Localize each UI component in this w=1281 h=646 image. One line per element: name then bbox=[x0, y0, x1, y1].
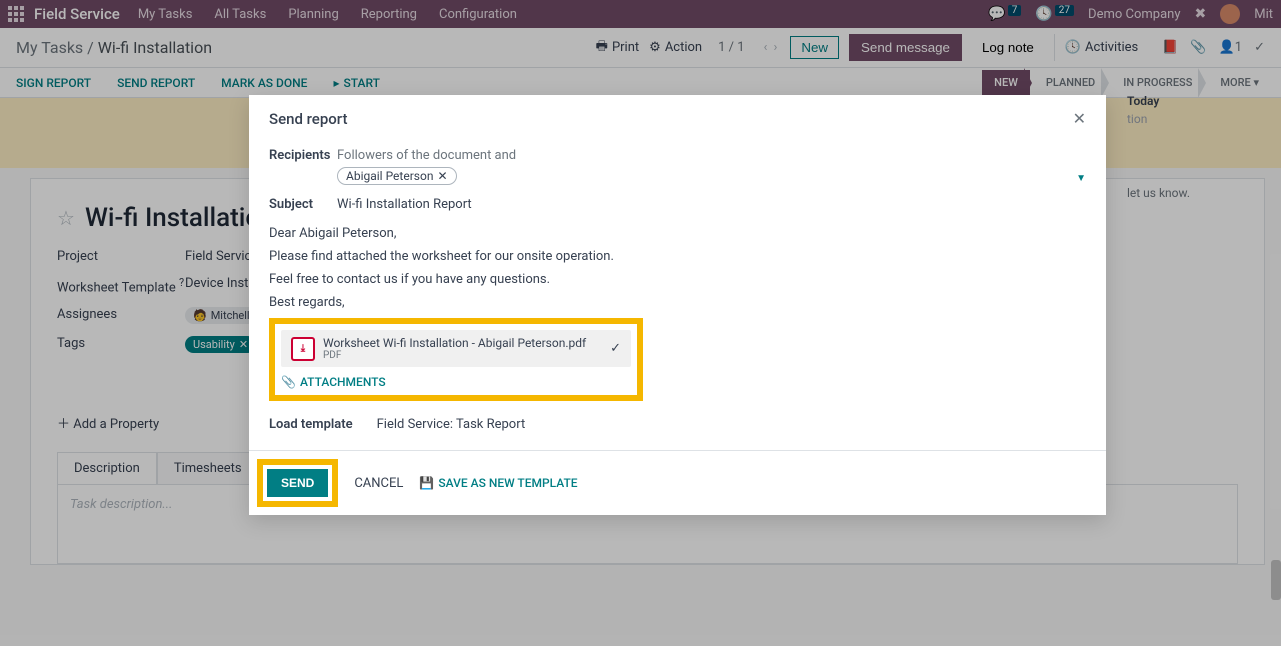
recipient-pill[interactable]: Abigail Peterson ✕ bbox=[337, 167, 457, 185]
cancel-button[interactable]: CANCEL bbox=[354, 476, 403, 491]
attachment-check-icon[interactable]: ✓ bbox=[610, 341, 621, 356]
send-button[interactable]: SEND bbox=[267, 469, 328, 497]
load-template-label: Load template bbox=[269, 417, 353, 432]
modal-title: Send report bbox=[269, 110, 347, 128]
send-report-modal: Send report ✕ Recipients Followers of th… bbox=[249, 95, 1106, 515]
attachment-file[interactable]: ⤓ Worksheet Wi-fi Installation - Abigail… bbox=[281, 330, 631, 367]
save-template-button[interactable]: 💾SAVE AS NEW TEMPLATE bbox=[419, 476, 577, 490]
attachment-highlight: ⤓ Worksheet Wi-fi Installation - Abigail… bbox=[269, 318, 643, 401]
load-template-value[interactable]: Field Service: Task Report bbox=[377, 417, 526, 432]
save-icon: 💾 bbox=[419, 476, 434, 490]
subject-input[interactable]: Wi-fi Installation Report bbox=[337, 197, 1086, 212]
subject-label: Subject bbox=[269, 197, 337, 212]
recipients-label: Recipients bbox=[269, 148, 337, 163]
attachment-type: PDF bbox=[323, 350, 602, 361]
pdf-icon: ⤓ bbox=[291, 337, 315, 361]
email-body[interactable]: Dear Abigail Peterson, Please find attac… bbox=[269, 226, 1086, 310]
remove-recipient-icon[interactable]: ✕ bbox=[437, 169, 447, 183]
paperclip-icon: 📎 bbox=[281, 375, 296, 389]
dropdown-caret-icon[interactable]: ▼ bbox=[1076, 173, 1086, 184]
recipients-field[interactable]: Followers of the document and Abigail Pe… bbox=[337, 148, 1086, 185]
close-icon[interactable]: ✕ bbox=[1073, 109, 1086, 128]
attachment-name: Worksheet Wi-fi Installation - Abigail P… bbox=[323, 336, 602, 350]
attachments-button[interactable]: 📎ATTACHMENTS bbox=[281, 375, 631, 389]
send-highlight: SEND bbox=[257, 459, 338, 507]
